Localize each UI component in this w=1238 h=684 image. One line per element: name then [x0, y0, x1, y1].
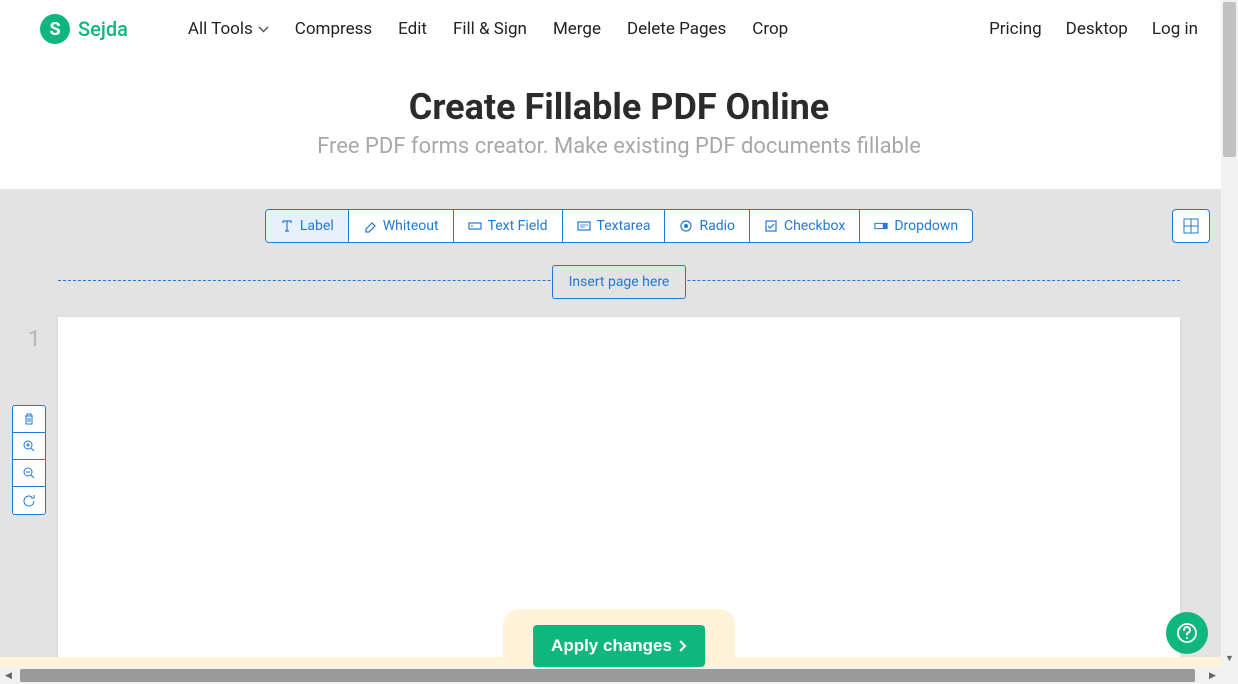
tool-textarea[interactable]: Textarea [563, 210, 666, 242]
tool-radio[interactable]: Radio [665, 210, 750, 242]
rotate-icon [22, 494, 36, 508]
page-title: Create Fillable PDF Online [0, 86, 1238, 128]
nav-all-tools[interactable]: All Tools [188, 19, 269, 39]
logo[interactable]: S Sejda [40, 14, 128, 44]
zoom-out-button[interactable] [13, 460, 45, 487]
tool-dropdown[interactable]: Dropdown [860, 210, 972, 242]
nav-pricing[interactable]: Pricing [989, 19, 1042, 39]
zoom-in-icon [22, 439, 36, 453]
tool-checkbox[interactable]: Checkbox [750, 210, 860, 242]
rotate-button[interactable] [13, 487, 45, 514]
nav-compress[interactable]: Compress [295, 19, 372, 39]
delete-page-button[interactable] [13, 406, 45, 433]
zoom-in-button[interactable] [13, 433, 45, 460]
scrollbar-thumb[interactable] [20, 669, 1195, 682]
apply-changes-button[interactable]: Apply changes [533, 625, 705, 667]
tool-group: Label Whiteout Text Field [265, 209, 973, 243]
scroll-right-icon[interactable]: ▶ [1204, 667, 1221, 684]
page-subtitle: Free PDF forms creator. Make existing PD… [0, 134, 1238, 159]
logo-icon: S [40, 14, 70, 44]
nav-merge[interactable]: Merge [553, 19, 601, 39]
help-button[interactable] [1166, 612, 1208, 654]
nav-edit[interactable]: Edit [398, 19, 427, 39]
tool-textarea-text: Textarea [597, 218, 651, 234]
grid-toggle-button[interactable] [1172, 209, 1210, 243]
scrollbar-thumb[interactable] [1223, 2, 1236, 157]
tool-whiteout[interactable]: Whiteout [349, 210, 454, 242]
vertical-scrollbar[interactable]: ▼ [1221, 0, 1238, 667]
apply-label: Apply changes [551, 636, 672, 656]
dropdown-icon [874, 219, 888, 233]
text-field-icon [468, 219, 482, 233]
page-number: 1 [28, 327, 41, 352]
help-icon [1176, 622, 1198, 644]
tool-dropdown-text: Dropdown [894, 218, 958, 234]
navbar: S Sejda All Tools Compress Edit Fill & S… [0, 0, 1238, 58]
zoom-out-icon [22, 466, 36, 480]
chevron-down-icon [258, 26, 269, 33]
scrollbar-corner [1221, 667, 1238, 684]
eraser-icon [363, 219, 377, 233]
nav-crop[interactable]: Crop [752, 19, 788, 39]
tool-label-text: Label [300, 218, 334, 234]
nav-desktop[interactable]: Desktop [1066, 19, 1128, 39]
grid-icon [1183, 218, 1199, 234]
brand-name: Sejda [78, 17, 128, 41]
nav-login[interactable]: Log in [1152, 19, 1198, 39]
tool-checkbox-text: Checkbox [784, 218, 845, 234]
tool-text-field-text: Text Field [488, 218, 548, 234]
tool-radio-text: Radio [699, 218, 735, 234]
textarea-icon [577, 219, 591, 233]
radio-icon [679, 219, 693, 233]
tool-label[interactable]: Label [266, 210, 349, 242]
chevron-right-icon [678, 639, 687, 653]
editor-area: Label Whiteout Text Field [0, 189, 1238, 667]
tool-whiteout-text: Whiteout [383, 218, 439, 234]
insert-page-button[interactable]: Insert page here [552, 265, 687, 299]
tool-text-field[interactable]: Text Field [454, 210, 563, 242]
scroll-left-icon[interactable]: ◀ [0, 667, 17, 684]
horizontal-scrollbar[interactable]: ◀ ▶ [0, 667, 1221, 684]
scroll-down-icon[interactable]: ▼ [1221, 650, 1238, 667]
nav-delete-pages[interactable]: Delete Pages [627, 19, 726, 39]
nav-all-tools-label: All Tools [188, 19, 253, 39]
side-toolbar [12, 405, 46, 515]
trash-icon [22, 412, 36, 426]
checkbox-icon [764, 219, 778, 233]
hero: Create Fillable PDF Online Free PDF form… [0, 58, 1238, 189]
apply-wrapper: Apply changes [503, 609, 735, 667]
nav-fill-sign[interactable]: Fill & Sign [453, 19, 527, 39]
label-icon [280, 219, 294, 233]
